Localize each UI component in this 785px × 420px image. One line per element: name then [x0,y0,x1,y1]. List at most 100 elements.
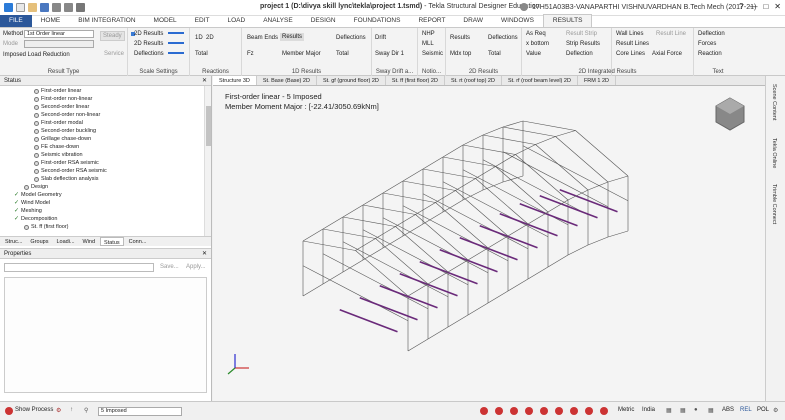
open-icon[interactable] [28,3,37,12]
coord-abs[interactable]: ABS [722,407,734,413]
coord-pol[interactable]: POL [757,407,769,413]
seismic-button[interactable]: Seismic [422,51,443,57]
rafter[interactable] [422,168,476,179]
tree-node[interactable]: St. ff (first floor) [24,224,69,231]
ridge-beam[interactable] [555,130,576,137]
reactions-total[interactable]: Total [195,51,208,57]
tab-status[interactable]: Status [100,237,124,246]
rafter[interactable] [302,240,356,251]
properties-apply-button[interactable]: Apply... [186,264,206,270]
view-tab-frm1[interactable]: FRM 1 2D [578,76,616,85]
structure-3d-canvas[interactable] [213,86,765,401]
tree-node[interactable]: First-order linear [34,88,81,95]
scale-2d-results[interactable]: 2D Results [134,41,163,47]
moment-diagram[interactable] [559,189,618,213]
as-req-button[interactable]: As Req [526,31,546,37]
reactions-2d[interactable]: 2D [206,35,214,41]
ridge-beam[interactable] [415,202,436,215]
view-tab-structure-3d[interactable]: Structure 3D [213,76,257,85]
base-line[interactable] [507,278,529,292]
moment-diagram[interactable] [459,237,518,261]
snap-grid-icon[interactable]: ▦ [708,407,714,414]
eave-beam[interactable] [302,228,324,242]
rafter[interactable] [402,180,456,191]
method-select[interactable]: 1st Order linear [24,30,94,38]
tab-home[interactable]: HOME [32,15,70,27]
value-button[interactable]: Value [526,51,541,57]
print-icon[interactable] [76,3,85,12]
tree-node[interactable]: ✓ Model Geometry [14,192,62,199]
scale-blue-icon-2[interactable] [168,42,184,44]
results-toggle[interactable]: Results [280,33,305,41]
tree-node[interactable]: FE chase-down [34,144,79,151]
units-metric[interactable]: Metric [618,407,634,413]
loadcase-select[interactable]: 5 Imposed [98,407,182,416]
scale-1d-results[interactable]: 2D Results [134,31,163,37]
ridge-beam[interactable] [375,226,396,239]
tab-bim-integration[interactable]: BIM INTEGRATION [69,15,144,27]
base-line[interactable] [587,236,609,246]
minimize-icon[interactable]: — [749,2,757,11]
scale-blue-icon-3[interactable] [168,52,184,54]
moment-diagram[interactable] [499,213,558,237]
tree-node[interactable]: Second-order buckling [34,128,96,135]
eave-beam[interactable] [427,271,449,285]
eave-beam[interactable] [482,126,504,136]
tree-node[interactable]: ✓ Decomposition [14,216,57,223]
eave-beam[interactable] [607,175,629,183]
text-deflection[interactable]: Deflection [698,31,725,37]
result-lines-button[interactable]: Result Lines [616,41,649,47]
snap-icon-2[interactable] [495,407,503,415]
rafter[interactable] [462,144,516,155]
view-tab-roof-beam[interactable]: St. rf (roof beam level) 2D [502,76,578,85]
ridge-beam[interactable] [355,238,376,251]
reactions-1d[interactable]: 1D [195,35,203,41]
ridge-beam[interactable] [455,178,476,191]
tree-node[interactable]: Second-order non-linear [34,112,100,119]
deflections-2d[interactable]: Deflections [488,35,518,41]
ortho-icon[interactable]: ▦ [680,407,686,414]
tree-node[interactable]: Grillage chase-down [34,136,91,143]
mll-button[interactable]: MLL [422,41,434,47]
properties-combo[interactable] [4,263,154,272]
eave-beam[interactable] [407,283,429,297]
ridge-beam[interactable] [515,144,536,155]
rafter[interactable] [342,216,396,227]
rafter[interactable] [535,144,589,191]
ridge-beam[interactable] [395,214,416,227]
eave-beam[interactable] [442,144,464,158]
show-process-icon[interactable] [5,407,13,415]
base-line[interactable] [462,189,484,201]
rafter[interactable] [442,156,496,167]
view-cube[interactable] [715,97,745,131]
tree-node[interactable]: First-order modal [34,120,83,127]
scene-content-tab[interactable]: Scene Content [771,84,777,120]
mdx-top-select[interactable]: Mdx top [450,51,471,57]
moment-diagram[interactable] [419,261,478,285]
ridge-beam[interactable] [495,154,516,167]
beam-ends-button[interactable]: Beam Ends [247,35,278,41]
trimble-connect-tab[interactable]: Trimble Connect [771,184,777,224]
core-lines-button[interactable]: Core Lines [616,51,645,57]
base-line[interactable] [447,314,469,328]
tree-scrollbar[interactable] [204,86,211,236]
settings-icon[interactable]: ⚙ [773,407,778,414]
floor-beam[interactable] [422,193,529,250]
floor-beam[interactable] [402,205,509,262]
view-tab-base[interactable]: St. Base (Base) 2D [257,76,317,85]
deflection-strip-button[interactable]: Deflection [566,51,593,57]
eave-beam[interactable] [342,204,364,218]
moment-diagram[interactable] [339,309,398,333]
close-icon[interactable]: ✕ [774,2,781,11]
floor-beam[interactable] [322,253,429,310]
moment-diagram[interactable] [399,273,458,297]
nhp-button[interactable]: NHP [422,31,435,37]
strip-results-button[interactable]: Strip Results [566,41,600,47]
text-reaction[interactable]: Reaction [698,51,722,57]
rafter[interactable] [502,126,556,137]
tree-node[interactable]: Second-order RSA seismic [34,168,107,175]
text-forces[interactable]: Forces [698,41,716,47]
snap-icon-3[interactable] [510,407,518,415]
rafter[interactable] [522,120,576,131]
tree-scroll-thumb[interactable] [206,106,211,146]
